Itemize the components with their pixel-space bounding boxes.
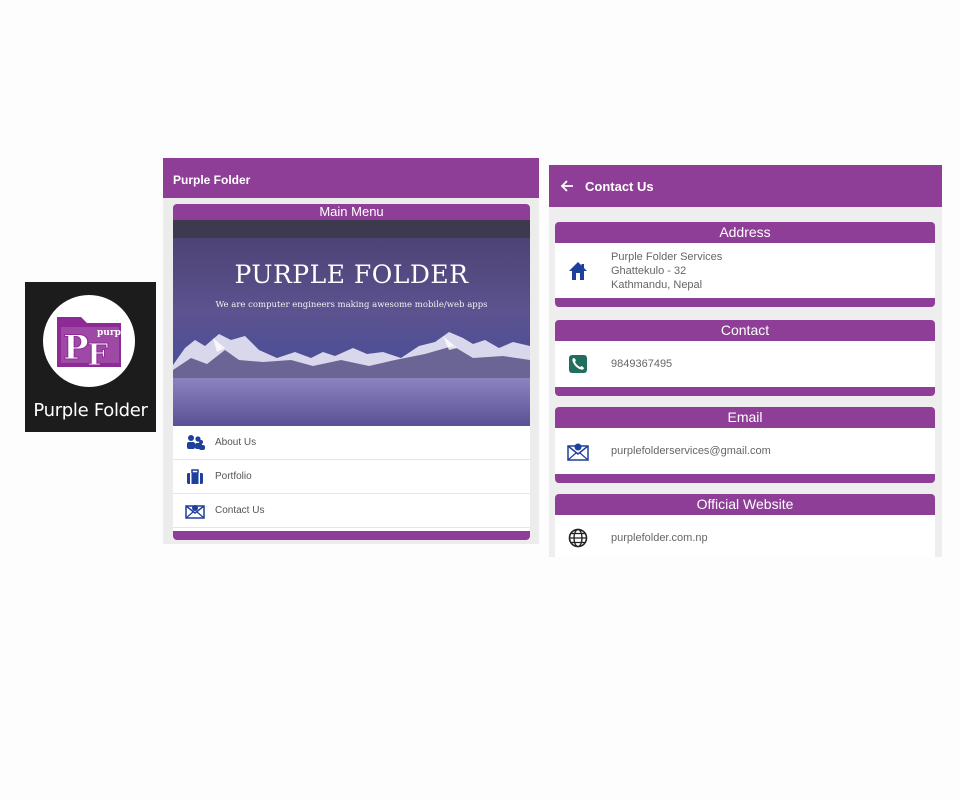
banner-image: PURPLE FOLDER We are computer engineers … (173, 220, 530, 426)
address-text: Purple Folder Services Ghattekulo - 32 K… (611, 250, 722, 292)
address-line: Purple Folder Services (611, 250, 723, 263)
stage: P F purple Purple Folder Purple Folder M… (0, 0, 960, 800)
email-card: Email purplefolderservices@gmail.com (555, 407, 935, 483)
card-body[interactable]: purplefolderservices@gmail.com (555, 428, 935, 474)
contact-us-screen: Contact Us Address Purple Folder Service… (549, 165, 942, 557)
card-heading: Official Website (555, 494, 935, 515)
card-footer (555, 474, 935, 483)
menu-item-label: Contact Us (215, 505, 265, 516)
card-heading: Contact (555, 320, 935, 341)
phone-icon (567, 353, 589, 375)
briefcase-icon (185, 467, 205, 487)
card-heading: Address (555, 222, 935, 243)
address-line: Kathmandu, Nepal (611, 278, 703, 291)
website-card: Official Website purplefolder.com.np (555, 494, 935, 557)
app-bar: Purple Folder (163, 158, 539, 198)
app-icon-label: Purple Folder (33, 400, 148, 421)
card-footer (555, 387, 935, 396)
address-line: Ghattekulo - 32 (611, 264, 687, 277)
app-bar-title: Purple Folder (173, 173, 251, 187)
menu-item-contact-us[interactable]: Contact Us (173, 494, 530, 528)
app-launcher-icon[interactable]: P F purple Purple Folder (25, 282, 156, 432)
home-icon (567, 260, 589, 282)
email-address: purplefolderservices@gmail.com (611, 445, 771, 457)
phone-number: 9849367495 (611, 358, 673, 370)
envelope-icon (567, 440, 589, 462)
card-body: Purple Folder Services Ghattekulo - 32 K… (555, 243, 935, 298)
card-footer (555, 298, 935, 307)
menu-item-portfolio[interactable]: Portfolio (173, 460, 530, 494)
banner-subtitle: We are computer engineers making awesome… (215, 300, 488, 310)
banner-title: PURPLE FOLDER (234, 260, 469, 289)
app-logo: P F purple (43, 295, 135, 387)
website-url: purplefolder.com.np (611, 532, 708, 544)
svg-text:P: P (63, 328, 89, 368)
people-icon (185, 433, 205, 453)
menu-item-about-us[interactable]: About Us (173, 426, 530, 460)
card-heading: Email (555, 407, 935, 428)
main-menu-header: Main Menu (173, 204, 530, 220)
menu-item-label: About Us (215, 437, 257, 448)
menu-item-label: Portfolio (215, 471, 252, 482)
globe-icon (567, 527, 589, 549)
card-body[interactable]: 9849367495 (555, 341, 935, 387)
contact-card: Contact 9849367495 (555, 320, 935, 396)
card-body[interactable]: purplefolder.com.np (555, 515, 935, 557)
back-arrow-icon[interactable] (557, 176, 577, 196)
svg-text:F: F (87, 338, 108, 373)
main-menu-card: Main Menu PURPLE FOLDER We are computer … (173, 204, 530, 540)
svg-text:purple: purple (97, 328, 130, 338)
pf-logo-icon: P F purple (57, 317, 130, 374)
mountain-banner-graphic (173, 220, 530, 426)
menu-card-footer (173, 531, 530, 540)
app-bar-title: Contact Us (585, 178, 654, 194)
app-bar: Contact Us (549, 165, 942, 207)
address-card: Address Purple Folder Services Ghattekul… (555, 222, 935, 307)
main-menu-screen: Purple Folder Main Menu PURPLE FOLDER We… (163, 158, 539, 544)
envelope-icon (185, 501, 205, 521)
